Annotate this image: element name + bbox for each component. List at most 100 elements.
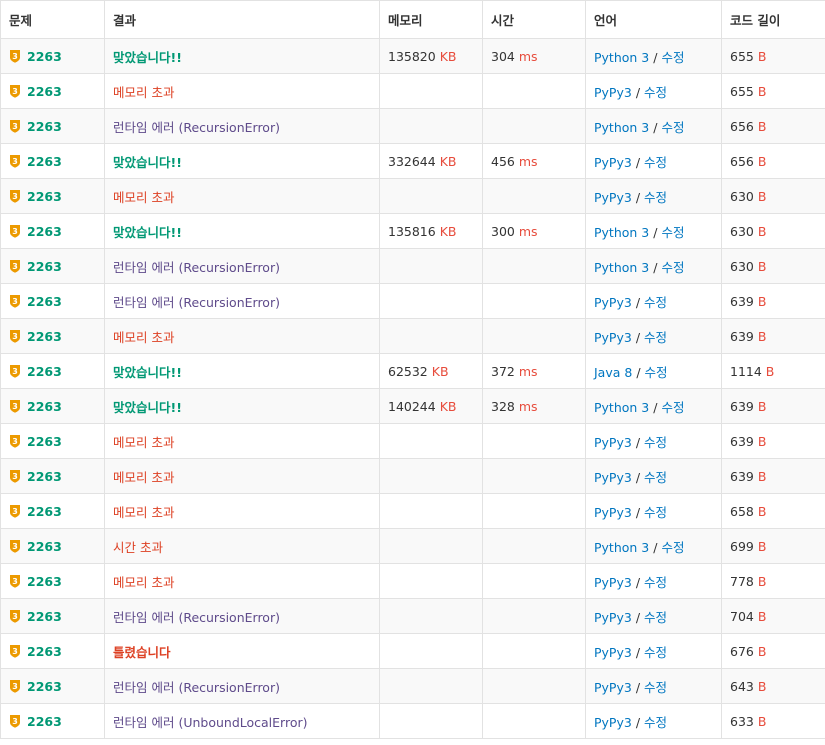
edit-link[interactable]: 수정 [644,470,667,485]
edit-link[interactable]: 수정 [644,435,667,450]
problem-link[interactable]: 2263 [27,154,62,169]
memory-cell [379,108,483,144]
problem-link[interactable]: 2263 [27,714,62,729]
language-link[interactable]: PyPy3 [594,330,632,345]
language-link[interactable]: PyPy3 [594,680,632,695]
result-cell: 메모리 초과 [104,423,380,459]
problem-link[interactable]: 2263 [27,504,62,519]
language-cell: Python 3 / 수정 [585,528,722,564]
language-link[interactable]: PyPy3 [594,435,632,450]
edit-link[interactable]: 수정 [644,505,667,520]
problem-link[interactable]: 2263 [27,224,62,239]
code-length-value: 633 [730,713,754,729]
edit-link[interactable]: 수정 [661,120,684,135]
edit-link[interactable]: 수정 [661,540,684,555]
language-link[interactable]: PyPy3 [594,645,632,660]
edit-link[interactable]: 수정 [644,155,667,170]
language-link[interactable]: Java 8 [594,365,632,380]
problem-link[interactable]: 2263 [27,574,62,589]
problem-link[interactable]: 2263 [27,434,62,449]
language-link[interactable]: PyPy3 [594,470,632,485]
language-link[interactable]: PyPy3 [594,295,632,310]
problem-link[interactable]: 2263 [27,259,62,274]
problem-cell: 3 2263 [0,563,105,599]
result-text: 맞았습니다!! [113,49,182,65]
language-link[interactable]: Python 3 [594,400,649,415]
language-link[interactable]: PyPy3 [594,575,632,590]
code-length-unit: B [757,118,767,134]
svg-text:3: 3 [12,472,18,481]
memory-value: 332644 [388,153,436,169]
separator: / [635,84,641,100]
language-cell: Python 3 / 수정 [585,213,722,249]
language-link[interactable]: Python 3 [594,540,649,555]
result-cell: 메모리 초과 [104,493,380,529]
svg-text:3: 3 [12,332,18,341]
edit-link[interactable]: 수정 [645,365,668,380]
code-length-unit: B [757,643,767,659]
language-link[interactable]: Python 3 [594,260,649,275]
edit-link[interactable]: 수정 [644,295,667,310]
edit-link[interactable]: 수정 [661,225,684,240]
code-length-value: 630 [730,223,754,239]
separator: / [653,539,658,555]
language-link[interactable]: PyPy3 [594,85,632,100]
problem-link[interactable]: 2263 [27,294,62,309]
code-length-unit: B [757,573,767,589]
language-link[interactable]: Python 3 [594,120,649,135]
edit-link[interactable]: 수정 [644,85,667,100]
edit-link[interactable]: 수정 [644,330,667,345]
edit-link[interactable]: 수정 [661,400,684,415]
svg-text:3: 3 [12,227,18,236]
memory-cell [379,633,483,669]
language-link[interactable]: PyPy3 [594,190,632,205]
language-link[interactable]: PyPy3 [594,155,632,170]
problem-link[interactable]: 2263 [27,609,62,624]
code-length-unit: B [757,83,767,99]
code-length-cell: 630 B [721,248,825,284]
problem-link[interactable]: 2263 [27,364,62,379]
edit-link[interactable]: 수정 [661,260,684,275]
language-link[interactable]: PyPy3 [594,505,632,520]
problem-link[interactable]: 2263 [27,539,62,554]
problem-link[interactable]: 2263 [27,329,62,344]
time-cell: 456 ms [482,143,586,179]
edit-link[interactable]: 수정 [661,50,684,65]
separator: / [653,259,658,275]
code-length-cell: 639 B [721,388,825,424]
memory-cell [379,248,483,284]
problem-link[interactable]: 2263 [27,119,62,134]
code-length-value: 639 [730,433,754,449]
tier-gold-icon: 3 [9,294,21,308]
code-length-cell: 630 B [721,178,825,214]
memory-cell: 135820 KB [379,38,483,74]
edit-link[interactable]: 수정 [644,645,667,660]
problem-link[interactable]: 2263 [27,679,62,694]
problem-link[interactable]: 2263 [27,644,62,659]
problem-link[interactable]: 2263 [27,189,62,204]
tier-gold-icon: 3 [9,539,21,553]
language-link[interactable]: Python 3 [594,50,649,65]
code-length-cell: 655 B [721,38,825,74]
edit-link[interactable]: 수정 [644,610,667,625]
edit-link[interactable]: 수정 [644,680,667,695]
problem-link[interactable]: 2263 [27,84,62,99]
separator: / [635,609,641,625]
problem-link[interactable]: 2263 [27,49,62,64]
edit-link[interactable]: 수정 [644,575,667,590]
problem-link[interactable]: 2263 [27,399,62,414]
code-length-cell: 704 B [721,598,825,634]
edit-link[interactable]: 수정 [644,190,667,205]
memory-cell [379,563,483,599]
edit-link[interactable]: 수정 [644,715,667,730]
table-row: 3 2263 런타임 에러 (RecursionError) Python 3 / 수… [0,108,825,144]
separator: / [635,679,641,695]
memory-cell [379,703,483,739]
language-link[interactable]: PyPy3 [594,715,632,730]
language-cell: PyPy3 / 수정 [585,633,722,669]
language-link[interactable]: PyPy3 [594,610,632,625]
problem-link[interactable]: 2263 [27,469,62,484]
problem-cell: 3 2263 [0,528,105,564]
svg-text:3: 3 [12,437,18,446]
language-link[interactable]: Python 3 [594,225,649,240]
